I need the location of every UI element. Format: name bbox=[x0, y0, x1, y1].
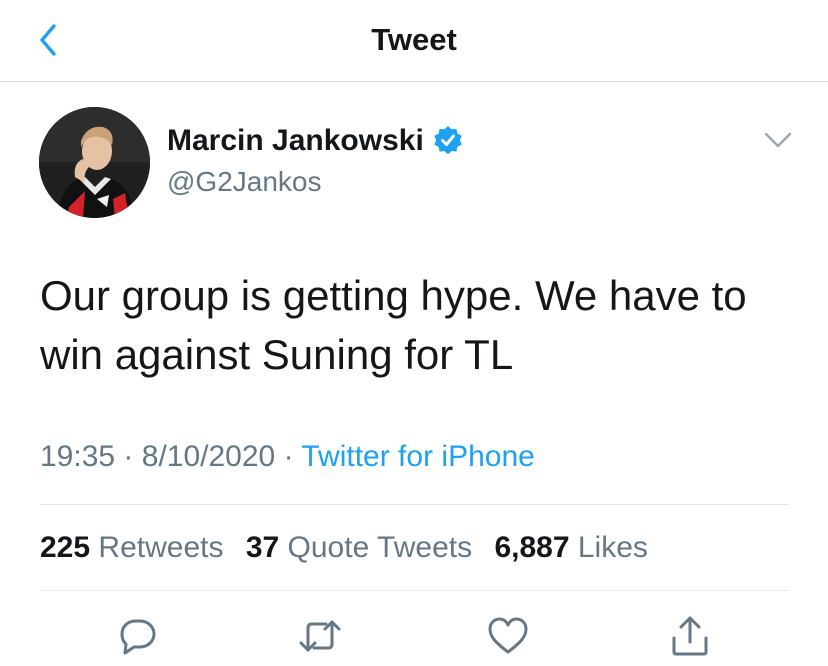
page-title: Tweet bbox=[371, 22, 457, 57]
verified-badge-icon bbox=[432, 125, 464, 157]
likes-stat[interactable]: 6,887 Likes bbox=[494, 528, 647, 568]
meta-separator: · bbox=[123, 440, 134, 473]
divider bbox=[40, 590, 788, 591]
like-icon bbox=[488, 617, 528, 654]
quote-tweets-stat[interactable]: 37 Quote Tweets bbox=[246, 528, 472, 568]
quote-tweets-count: 37 bbox=[245, 531, 280, 564]
more-options-button[interactable] bbox=[762, 128, 794, 152]
author-name-text: Marcin Jankowski bbox=[167, 124, 424, 157]
tweet-date: 8/10/2020 bbox=[141, 440, 276, 473]
retweets-label: Retweets bbox=[98, 531, 224, 564]
tweet-text-line: Our group is getting hype. We have to bbox=[40, 272, 747, 319]
tweet-stats: 225 Retweets 37 Quote Tweets 6,887 Likes bbox=[40, 528, 662, 568]
reply-button[interactable] bbox=[114, 612, 162, 660]
header-divider bbox=[0, 81, 828, 82]
quote-tweets-label: Quote Tweets bbox=[287, 531, 473, 564]
avatar[interactable] bbox=[39, 107, 150, 218]
author-name[interactable]: Marcin Jankowski bbox=[167, 122, 464, 160]
reply-icon bbox=[120, 619, 156, 655]
retweets-count: 225 bbox=[40, 531, 91, 564]
tweet-text-line: win against Suning for TL bbox=[40, 331, 514, 378]
action-bar bbox=[0, 612, 828, 660]
tweet-text: Our group is getting hype. We have to wi… bbox=[40, 266, 800, 384]
share-icon bbox=[672, 616, 708, 656]
profile-photo bbox=[39, 107, 150, 218]
share-button[interactable] bbox=[666, 612, 714, 660]
tweet-meta: 19:35 · 8/10/2020 · Twitter for iPhone bbox=[40, 438, 535, 476]
tweet-time: 19:35 bbox=[40, 440, 116, 473]
likes-label: Likes bbox=[577, 531, 648, 564]
like-button[interactable] bbox=[484, 612, 532, 660]
author-handle[interactable]: @G2Jankos bbox=[167, 164, 322, 200]
top-bar: Tweet bbox=[0, 0, 828, 82]
divider bbox=[40, 504, 788, 505]
retweet-button[interactable] bbox=[296, 612, 344, 660]
likes-count: 6,887 bbox=[494, 531, 570, 564]
retweets-stat[interactable]: 225 Retweets bbox=[40, 528, 223, 568]
retweet-icon bbox=[299, 620, 341, 652]
meta-separator: · bbox=[283, 440, 294, 473]
chevron-down-icon bbox=[764, 132, 792, 148]
tweet-source-link[interactable]: Twitter for iPhone bbox=[301, 440, 534, 473]
